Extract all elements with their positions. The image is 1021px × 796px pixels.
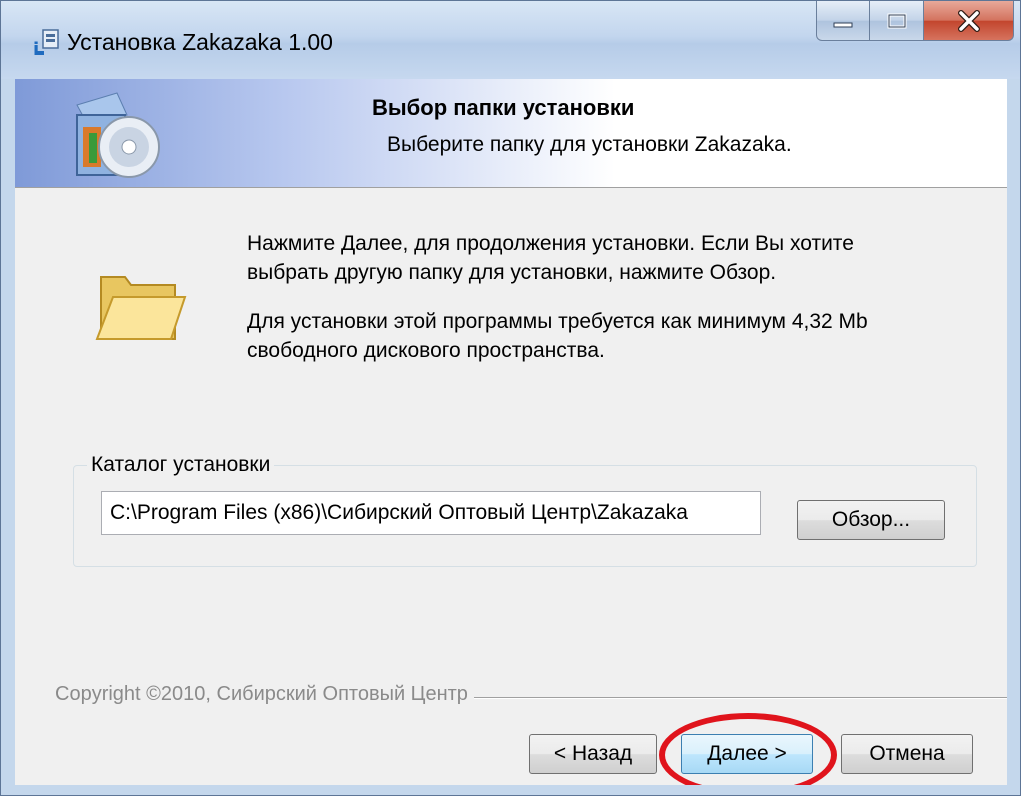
installer-app-icon: i	[33, 29, 59, 57]
window-title: Установка Zakazaka 1.00	[67, 29, 333, 55]
maximize-button[interactable]	[870, 1, 924, 41]
cancel-button[interactable]: Отмена	[841, 734, 973, 774]
back-button[interactable]: < Назад	[529, 734, 657, 774]
page-subtitle: Выберите папку для установки Zakazaka.	[387, 133, 792, 156]
caption-buttons	[816, 1, 1014, 41]
maximize-icon	[887, 13, 906, 28]
next-button[interactable]: Далее >	[681, 734, 813, 774]
space-required-line-1: Для установки этой программы требуется к…	[247, 310, 868, 333]
close-icon	[957, 9, 980, 32]
installer-window: i Установка Zakazaka 1.00 Выбор папки ус…	[0, 0, 1021, 796]
minimize-icon	[833, 22, 853, 27]
instruction-text: Нажмите Далее, для продолжения установки…	[247, 229, 987, 287]
instruction-line-2: выбрать другую папку для установки, нажм…	[247, 261, 777, 284]
install-dir-label: Каталог установки	[87, 453, 275, 477]
minimize-button[interactable]	[816, 1, 870, 41]
folder-icon	[95, 276, 187, 340]
dialog-client-area: Выбор папки установки Выберите папку для…	[15, 79, 1007, 785]
instruction-line-1: Нажмите Далее, для продолжения установки…	[247, 232, 854, 255]
install-path-input[interactable]	[101, 491, 761, 535]
setup-box-disc-icon	[76, 92, 160, 178]
space-required-text: Для установки этой программы требуется к…	[247, 307, 987, 365]
space-required-line-2: свободного дискового пространства.	[247, 339, 605, 362]
title-bar[interactable]: i Установка Zakazaka 1.00	[1, 1, 1020, 79]
close-button[interactable]	[924, 1, 1014, 41]
copyright-text: Copyright ©2010, Сибирский Оптовый Центр	[55, 683, 474, 706]
browse-button[interactable]: Обзор...	[797, 500, 945, 540]
page-title: Выбор папки установки	[372, 95, 635, 120]
page-header: Выбор папки установки Выберите папку для…	[15, 79, 1007, 188]
